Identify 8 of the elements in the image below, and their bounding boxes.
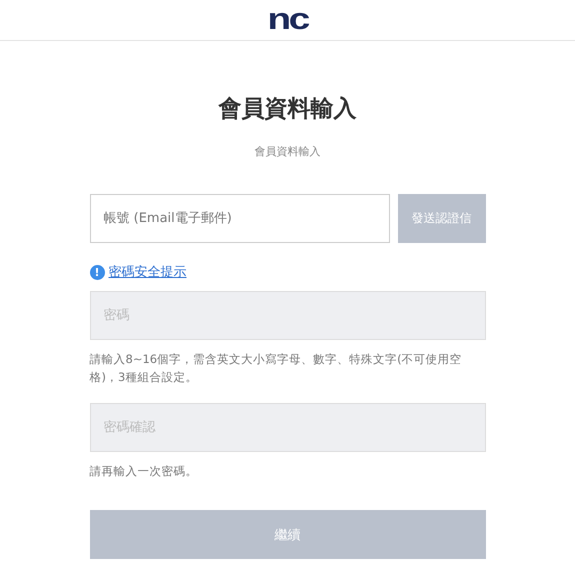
account-field[interactable]: 帳號 (Email電子郵件) <box>90 194 390 243</box>
password-tip-link[interactable]: 密碼安全提示 <box>108 263 186 281</box>
confirm-help-text: 請再輸入一次密碼。 <box>90 463 198 480</box>
info-icon: ! <box>90 264 104 280</box>
page-title: 會員資料輸入 <box>217 95 358 124</box>
password-help-text: 請輸入8~16個字，需含英文大小寫字母、數字、特殊文字(不可使用空格)，3種組合設定。 <box>90 351 463 386</box>
page-subtitle: 會員資料輸入 <box>254 144 322 159</box>
logo[interactable]: nc <box>267 5 308 35</box>
